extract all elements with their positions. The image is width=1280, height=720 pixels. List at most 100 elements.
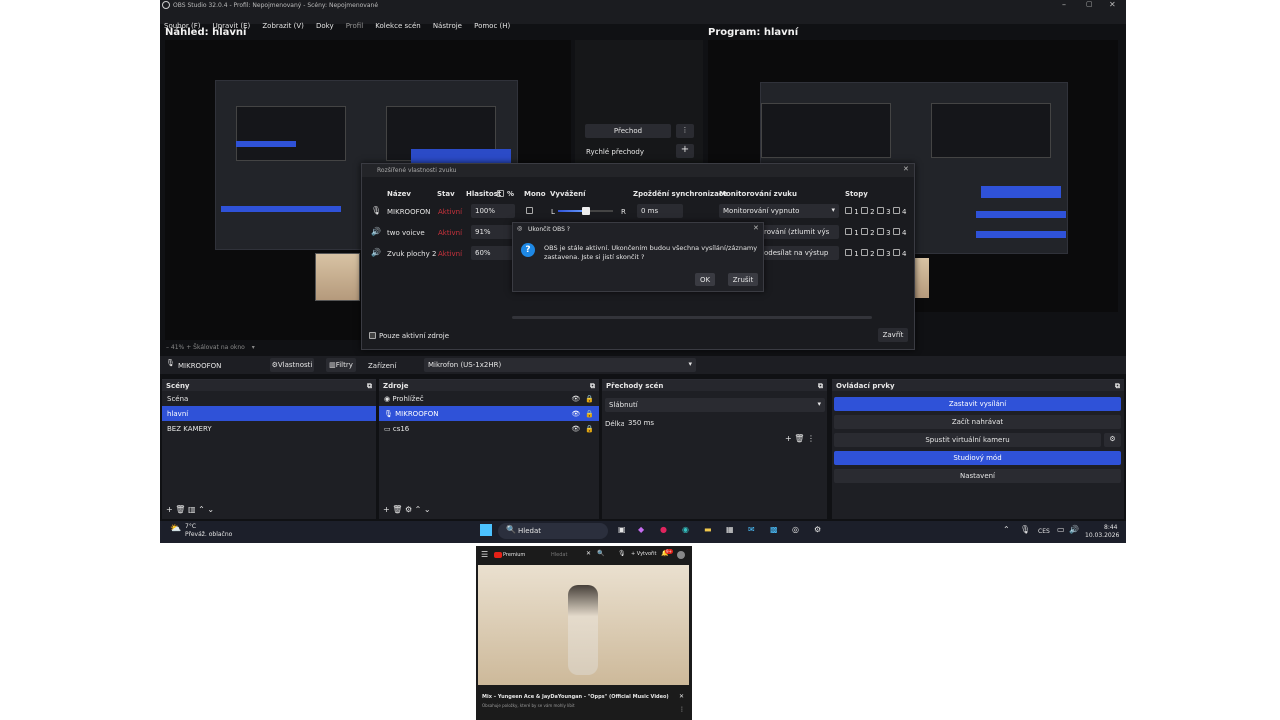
- filter-icon[interactable]: ▥: [188, 505, 196, 514]
- trash-icon[interactable]: 🗑: [392, 505, 402, 514]
- minimize-icon[interactable]: –: [1062, 0, 1066, 9]
- source-item-selected[interactable]: 🎙 MIKROOFON 🔒 👁: [379, 406, 599, 421]
- device-select[interactable]: Mikrofon (US-1x2HR) ▾: [424, 358, 696, 372]
- volume-icon[interactable]: 🔊: [1069, 525, 1079, 534]
- scene-item[interactable]: BEZ KAMERY: [162, 421, 376, 436]
- task-view-icon[interactable]: ▣: [618, 525, 626, 534]
- tray-chevron-icon[interactable]: ⌃: [1003, 525, 1010, 534]
- track-3-checkbox[interactable]: [876, 249, 884, 256]
- gear-icon[interactable]: ⚙: [405, 505, 412, 514]
- quit-dialog-close-icon[interactable]: ✕: [753, 224, 759, 232]
- clock-date[interactable]: 10.03.2026: [1085, 532, 1119, 539]
- undock-icon[interactable]: ⧉: [818, 382, 823, 391]
- track-4-checkbox[interactable]: [892, 207, 900, 214]
- edge-icon[interactable]: ◉: [682, 525, 689, 534]
- audio-dialog-close-button[interactable]: Zavřít: [878, 328, 908, 342]
- create-button[interactable]: + Vytvořit: [631, 551, 656, 557]
- only-active-checkbox[interactable]: [369, 332, 376, 339]
- virtual-camera-settings-button[interactable]: ⚙: [1104, 433, 1121, 447]
- arrow-down-icon[interactable]: ⌄: [424, 505, 431, 514]
- audio-dialog-close-icon[interactable]: ✕: [903, 165, 909, 173]
- balance-slider[interactable]: [558, 207, 613, 215]
- taskbar-search[interactable]: 🔍 Hledat: [498, 523, 608, 539]
- clock-time[interactable]: 8:44: [1104, 524, 1117, 531]
- scene-item[interactable]: Scéna: [162, 391, 376, 406]
- language-indicator[interactable]: CES: [1038, 528, 1050, 535]
- menu-profile[interactable]: Profil: [346, 22, 363, 30]
- undock-icon[interactable]: ⧉: [367, 382, 372, 391]
- track-2-checkbox[interactable]: [860, 249, 868, 256]
- menu-help[interactable]: Pomoc (H): [474, 22, 510, 30]
- quit-cancel-button[interactable]: Zrušit: [728, 273, 758, 286]
- lock-icon[interactable]: 🔒: [585, 395, 594, 403]
- eye-icon[interactable]: 👁: [571, 395, 580, 403]
- track-checkboxes[interactable]: 1 2 3 4: [845, 228, 907, 237]
- monitoring-select[interactable]: Monitorování vypnuto ▾: [719, 204, 839, 218]
- track-4-checkbox[interactable]: [892, 249, 900, 256]
- menu-icon[interactable]: ☰: [481, 550, 488, 559]
- file-explorer-icon[interactable]: ▬: [704, 525, 712, 534]
- volume-percent-checkbox[interactable]: [497, 190, 504, 197]
- transition-button[interactable]: Přechod: [585, 124, 671, 138]
- track-1-checkbox[interactable]: [845, 207, 852, 214]
- source-item[interactable]: ◉ Prohlížeč 🔒 👁: [379, 391, 599, 406]
- mail-icon[interactable]: ✉: [748, 525, 755, 534]
- track-1-checkbox[interactable]: [845, 228, 852, 235]
- chevron-down-icon[interactable]: ▾: [252, 344, 255, 351]
- windows-start-icon[interactable]: [480, 524, 492, 536]
- close-icon[interactable]: ✕: [1109, 0, 1116, 9]
- maximize-icon[interactable]: ▢: [1086, 0, 1093, 8]
- undock-icon[interactable]: ⧉: [1115, 382, 1120, 391]
- menu-tools[interactable]: Nástroje: [433, 22, 462, 30]
- volume-input[interactable]: 60%: [471, 246, 515, 260]
- trash-icon[interactable]: 🗑: [794, 434, 804, 443]
- track-checkboxes[interactable]: 1 2 3 4: [845, 249, 907, 258]
- app-icon[interactable]: ●: [660, 525, 667, 534]
- zoom-out-icon[interactable]: –: [166, 344, 169, 351]
- start-recording-button[interactable]: Začít nahrávat: [834, 415, 1121, 429]
- microphone-tray-icon[interactable]: 🎙: [1020, 525, 1030, 534]
- add-icon[interactable]: +: [166, 505, 173, 514]
- source-item[interactable]: ▭ cs16 🔒 👁: [379, 421, 599, 436]
- arrow-down-icon[interactable]: ⌄: [207, 505, 214, 514]
- avatar[interactable]: [677, 551, 685, 559]
- undock-icon[interactable]: ⧉: [590, 382, 595, 391]
- more-icon[interactable]: ⋮: [679, 706, 685, 713]
- track-3-checkbox[interactable]: [876, 207, 884, 214]
- menu-scene-collection[interactable]: Kolekce scén: [375, 22, 420, 30]
- transition-type-select[interactable]: Slábnutí ▾: [605, 398, 825, 412]
- volume-input[interactable]: 91%: [471, 225, 515, 239]
- properties-button[interactable]: ⚙Vlastnosti: [270, 358, 314, 372]
- track-checkboxes[interactable]: 1 2 3 4: [845, 207, 907, 216]
- close-icon[interactable]: ✕: [679, 693, 684, 700]
- microphone-icon[interactable]: 🎙: [618, 550, 626, 557]
- track-2-checkbox[interactable]: [860, 228, 868, 235]
- preview-zoom-controls[interactable]: – 41% + Škálovat na okno ▾: [166, 344, 255, 351]
- start-virtual-camera-button[interactable]: Spustit virtuální kameru: [834, 433, 1101, 447]
- filters-button[interactable]: ▥Filtry: [326, 358, 356, 372]
- arrow-up-icon[interactable]: ⌃: [415, 505, 422, 514]
- eye-icon[interactable]: 👁: [571, 425, 580, 433]
- add-icon[interactable]: +: [785, 434, 792, 443]
- settings-button[interactable]: Nastavení: [834, 469, 1121, 483]
- video-frame[interactable]: [478, 565, 689, 685]
- settings-taskbar-icon[interactable]: ⚙: [814, 525, 821, 534]
- lock-icon[interactable]: 🔒: [585, 410, 594, 418]
- studio-mode-button[interactable]: Studiový mód: [834, 451, 1121, 465]
- add-quick-transition-button[interactable]: +: [676, 144, 694, 158]
- close-icon[interactable]: ✕: [586, 550, 591, 557]
- mono-checkbox[interactable]: [526, 207, 533, 214]
- sync-offset-input[interactable]: 0 ms: [637, 204, 683, 218]
- more-icon[interactable]: ⋮: [807, 434, 815, 443]
- menu-docks[interactable]: Doky: [316, 22, 334, 30]
- search-icon[interactable]: 🔍: [597, 550, 604, 557]
- scene-item-selected[interactable]: hlavní: [162, 406, 376, 421]
- eye-icon[interactable]: 👁: [571, 410, 580, 418]
- duration-input[interactable]: 350 ms: [624, 416, 824, 430]
- track-1-checkbox[interactable]: [845, 249, 852, 256]
- store-icon[interactable]: ▦: [726, 525, 734, 534]
- quit-ok-button[interactable]: OK: [695, 273, 715, 286]
- lock-icon[interactable]: 🔒: [585, 425, 594, 433]
- track-4-checkbox[interactable]: [892, 228, 900, 235]
- copilot-icon[interactable]: ◆: [638, 525, 644, 534]
